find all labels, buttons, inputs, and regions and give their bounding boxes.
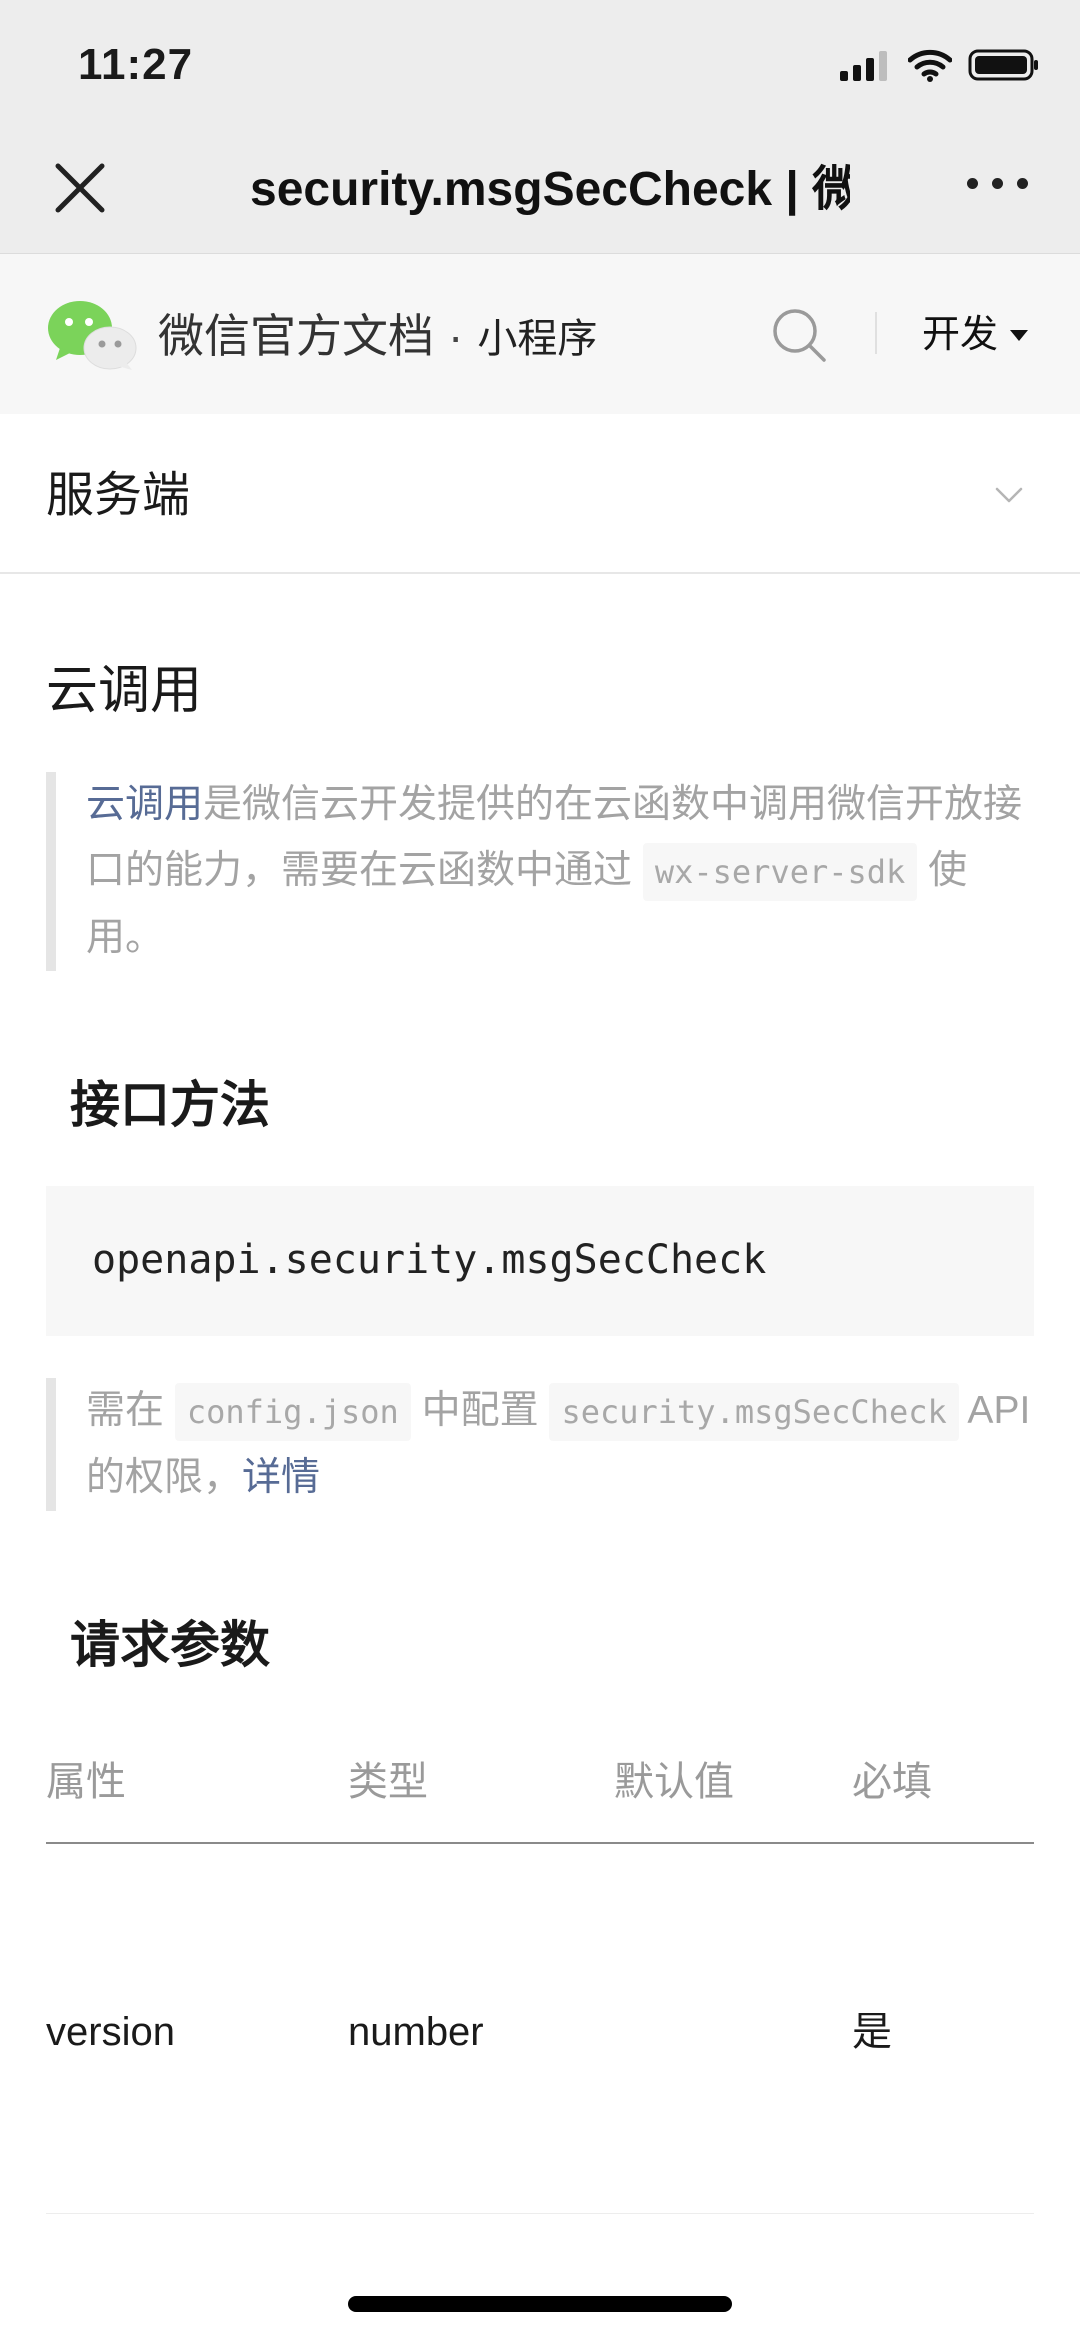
page-title: security.msgSecCheck | 微	[250, 163, 850, 216]
method-code: openapi.security.msgSecCheck	[92, 1237, 767, 1283]
caret-down-icon	[1010, 329, 1029, 341]
config-text-2: 中配置	[410, 1389, 550, 1432]
method-code-block: openapi.security.msgSecCheck	[46, 1186, 1034, 1336]
column-header: 属性	[46, 1760, 126, 1804]
more-dot-icon	[1017, 178, 1028, 189]
search-icon[interactable]	[770, 306, 828, 364]
dev-menu[interactable]: 开发	[922, 310, 1029, 360]
battery-icon	[968, 49, 1038, 81]
column-header: 必填	[852, 1760, 932, 1804]
section-selector-label: 服务端	[46, 469, 191, 522]
signal-icon	[840, 51, 887, 81]
close-icon	[55, 163, 105, 213]
inline-code-config: config.json	[174, 1383, 411, 1441]
top-bar: 11:27 security.msgSecCheck | 微	[0, 0, 1080, 254]
config-text-1: 需在	[86, 1389, 175, 1432]
brand-name: 微信官方文档	[158, 310, 434, 362]
inline-code-api: security.msgSecCheck	[549, 1383, 959, 1441]
table-cell: 是	[852, 2010, 892, 2054]
status-icons	[840, 48, 1040, 82]
close-button[interactable]	[52, 160, 108, 216]
more-dot-icon	[992, 178, 1003, 189]
details-link[interactable]: 详情	[242, 1456, 320, 1499]
wifi-icon	[908, 49, 952, 82]
brand[interactable]: 微信官方文档 · 小程序	[158, 306, 597, 369]
column-header: 默认值	[614, 1760, 734, 1804]
brand-separator: ·	[448, 310, 464, 362]
column-header: 类型	[348, 1760, 428, 1804]
doc-header: 微信官方文档 · 小程序 开发	[0, 254, 1080, 414]
table-header: 属性 类型 默认值 必填	[46, 1740, 1034, 1844]
dev-menu-label: 开发	[922, 314, 999, 356]
chevron-down-icon	[995, 487, 1023, 503]
cloud-description: 云调用是微信云开发提供的在云函数中调用微信开放接口的能力，需要在云函数中通过 w…	[46, 772, 1036, 971]
table-cell: number	[348, 2010, 484, 2054]
section-heading-params: 请求参数	[70, 1617, 270, 1673]
more-dot-icon	[967, 178, 978, 189]
cloud-call-link[interactable]: 云调用	[86, 783, 203, 826]
status-time: 11:27	[78, 40, 194, 89]
wechat-logo-icon	[48, 301, 137, 370]
header-divider	[875, 312, 877, 354]
more-button[interactable]	[967, 178, 1028, 189]
home-indicator[interactable]	[348, 2296, 732, 2312]
table-cell: version	[46, 2010, 175, 2054]
section-selector[interactable]: 服务端	[0, 414, 1080, 574]
config-note: 需在 config.json 中配置 security.msgSecCheck …	[46, 1378, 1036, 1511]
section-heading-method: 接口方法	[70, 1077, 270, 1133]
section-heading-cloud: 云调用	[46, 662, 203, 720]
inline-code-sdk: wx-server-sdk	[642, 843, 918, 901]
table-row: version number 是	[46, 1844, 1034, 2214]
brand-section: 小程序	[477, 317, 598, 361]
